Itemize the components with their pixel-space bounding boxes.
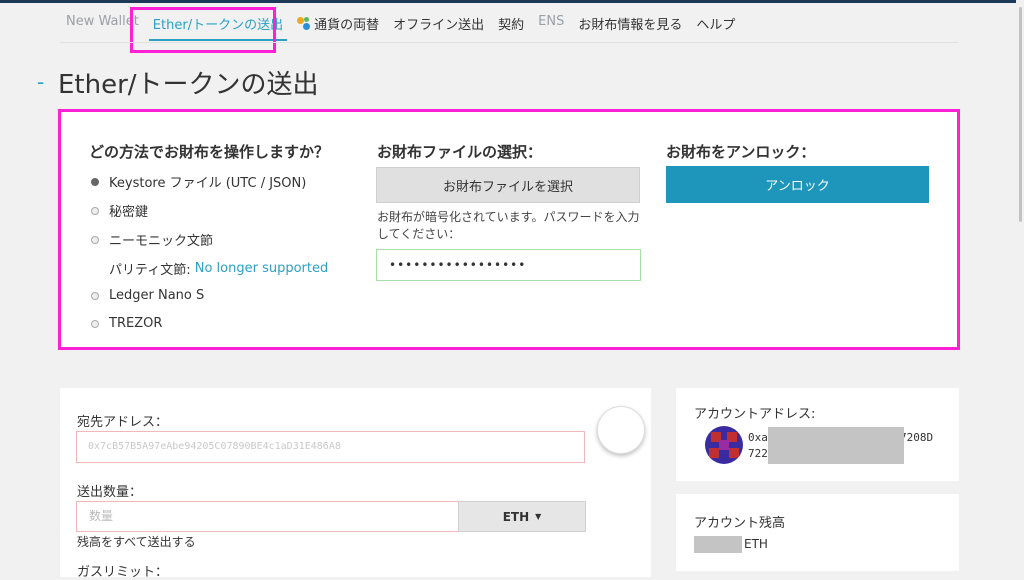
- balance-redaction: [694, 536, 742, 553]
- address-identicon-placeholder: [597, 406, 645, 454]
- identicon-avatar: [705, 426, 743, 464]
- page-title: Ether/トークンの送出: [58, 70, 319, 100]
- account-balance-panel: [676, 494, 959, 571]
- title-dash: -: [37, 70, 45, 94]
- amount-label: 送出数量：: [77, 485, 143, 500]
- chevron-down-icon: ▼: [535, 512, 542, 521]
- nav-offline-send[interactable]: オフライン送出: [393, 3, 484, 33]
- unlock-highlight-box: [58, 109, 960, 350]
- scrollbar-thumb[interactable]: [1019, 7, 1022, 222]
- unit-dropdown-label: ETH: [502, 509, 530, 524]
- nav-new-wallet[interactable]: New Wallet: [66, 3, 139, 29]
- swap-icon: [297, 17, 311, 31]
- address-redaction: [768, 427, 904, 464]
- unit-dropdown[interactable]: ETH ▼: [458, 501, 586, 532]
- account-address-line1-start: 0xa: [748, 431, 768, 444]
- nav-swap[interactable]: 通貨の両替: [297, 3, 379, 33]
- send-entire-balance-link[interactable]: 残高をすべて送出する: [77, 533, 196, 550]
- account-balance-label: アカウント残高: [694, 516, 786, 531]
- nav-view-wallet-info[interactable]: お財布情報を見る: [578, 3, 682, 33]
- tab-highlight-box: [130, 7, 276, 53]
- nav-contracts[interactable]: 契約: [498, 3, 524, 33]
- nav-help[interactable]: ヘルプ: [696, 3, 735, 33]
- to-address-input[interactable]: 0x7cB57B5A97eAbe94205C07890BE4c1aD31E486…: [76, 431, 585, 463]
- nav-swap-label: 通貨の両替: [314, 18, 380, 33]
- balance-unit: ETH: [744, 537, 768, 551]
- nav-divider: [60, 42, 958, 43]
- account-address-label: アカウントアドレス:: [694, 407, 816, 422]
- to-address-label: 宛先アドレス：: [77, 415, 169, 430]
- gas-limit-label: ガスリミット：: [77, 565, 169, 580]
- account-address-line1-end: 7208D: [900, 431, 934, 444]
- account-address-line2-start: 722: [748, 447, 768, 460]
- amount-input[interactable]: 数量: [76, 501, 459, 532]
- nav-ens[interactable]: ENS: [538, 3, 564, 29]
